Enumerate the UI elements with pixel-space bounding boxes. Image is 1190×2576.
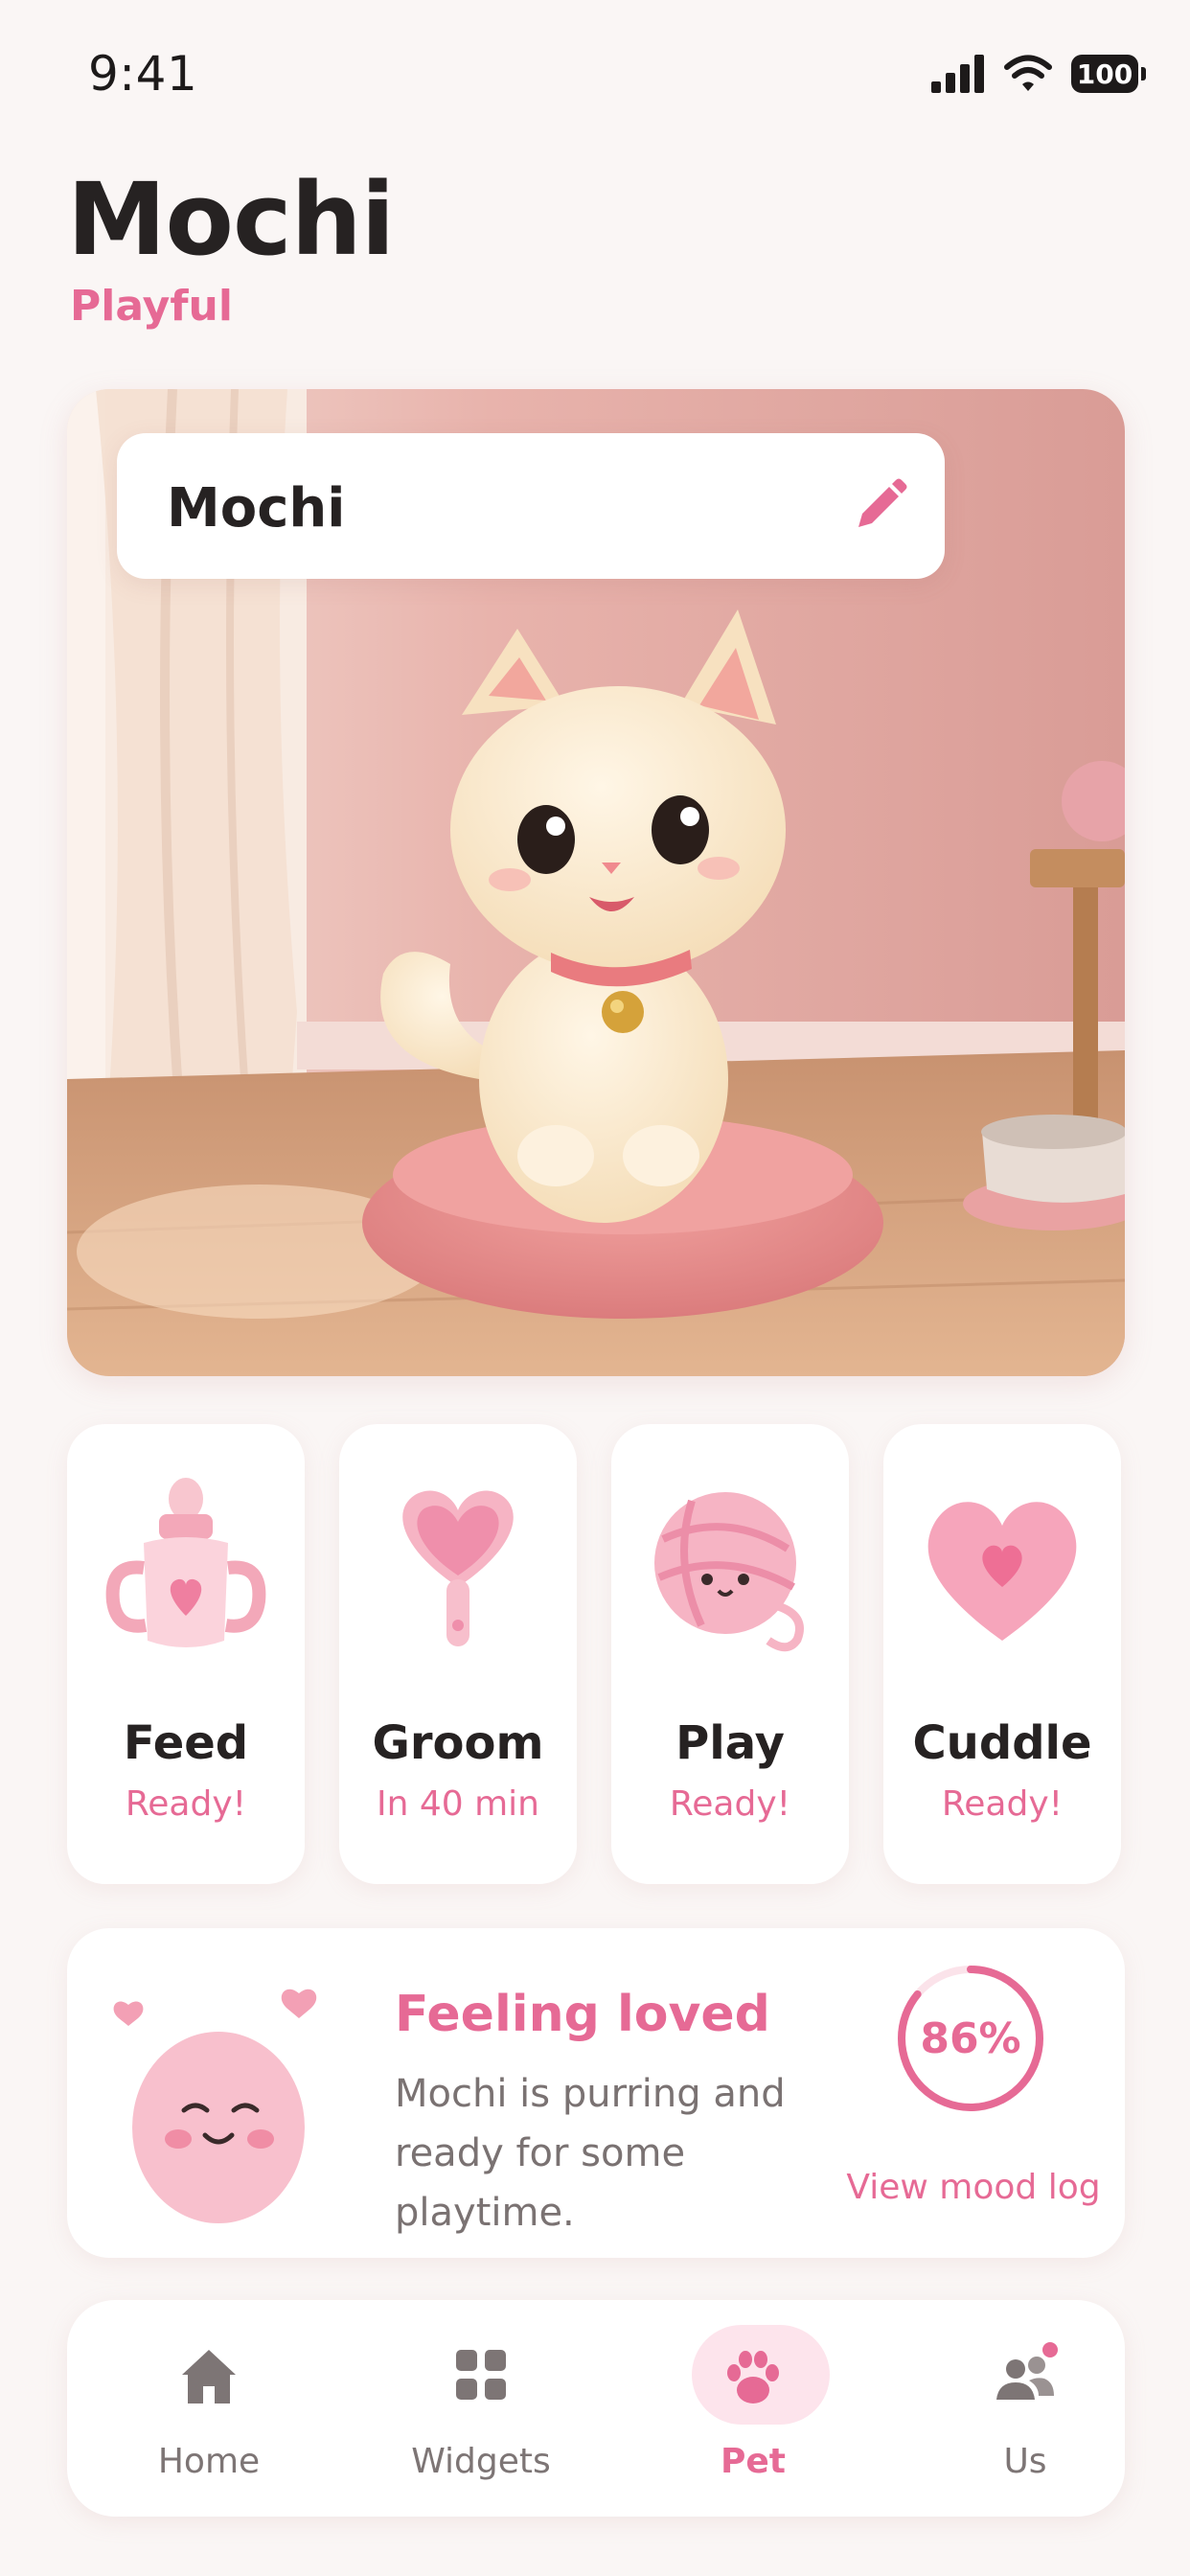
cuddle-label: Cuddle — [912, 1716, 1092, 1770]
tab-widgets[interactable]: Widgets — [376, 2300, 586, 2517]
tab-widgets-label: Widgets — [411, 2442, 551, 2481]
edit-pencil-icon[interactable] — [845, 473, 912, 540]
tab-home-label: Home — [157, 2442, 261, 2481]
mood-description: Mochi is purring and ready for some play… — [395, 2072, 786, 2235]
tab-us-label: Us — [1003, 2442, 1047, 2481]
paw-icon — [727, 2351, 779, 2404]
home-icon — [182, 2350, 236, 2404]
battery-icon: 100 — [1071, 55, 1146, 93]
tab-pet-label: Pet — [720, 2442, 786, 2481]
mood-percent: 86% — [920, 2013, 1021, 2063]
pet-personality: Playful — [70, 282, 233, 331]
feed-status: Ready! — [125, 1784, 247, 1824]
groom-label: Groom — [372, 1716, 544, 1770]
heart-pillow-icon — [927, 1502, 1077, 1641]
tab-pet[interactable]: Pet — [648, 2300, 858, 2517]
yarn-ball-icon — [654, 1492, 804, 1652]
page-title: Mochi — [67, 161, 395, 278]
signal-icon — [931, 55, 984, 93]
groom-card[interactable]: Groom In 40 min — [339, 1424, 577, 1884]
wifi-icon — [1004, 55, 1052, 91]
mood-card: Feeling loved Mochi is purring and ready… — [67, 1928, 1125, 2258]
cuddle-card[interactable]: Cuddle Ready! — [883, 1424, 1121, 1884]
tab-home[interactable]: Home — [103, 2300, 314, 2517]
feed-card[interactable]: Feed Ready! — [67, 1424, 305, 1884]
play-label: Play — [675, 1716, 785, 1770]
feed-label: Feed — [123, 1716, 249, 1770]
people-icon — [996, 2342, 1058, 2400]
view-mood-log-link[interactable]: View mood log — [830, 2168, 1117, 2207]
widgets-icon — [456, 2350, 506, 2400]
cuddle-status: Ready! — [941, 1784, 1064, 1824]
play-card[interactable]: Play Ready! — [611, 1424, 849, 1884]
play-status: Ready! — [669, 1784, 791, 1824]
battery-level: 100 — [1076, 58, 1133, 90]
mood-title: Feeling loved — [395, 1986, 770, 2043]
groom-status: In 40 min — [376, 1784, 539, 1824]
brush-icon — [402, 1490, 514, 1646]
tab-us[interactable]: Us — [920, 2300, 1131, 2517]
bottle-icon — [105, 1478, 266, 1647]
tab-bar: Home Widgets Pet Us — [67, 2300, 1125, 2517]
happy-face-icon — [113, 1989, 317, 2223]
pet-name-field[interactable]: Mochi — [117, 433, 945, 579]
pet-hero-image: Mochi — [67, 389, 1125, 1376]
status-time: 9:41 — [88, 46, 198, 102]
status-icons: 100 — [931, 50, 1146, 98]
pet-name-text: Mochi — [167, 477, 346, 540]
